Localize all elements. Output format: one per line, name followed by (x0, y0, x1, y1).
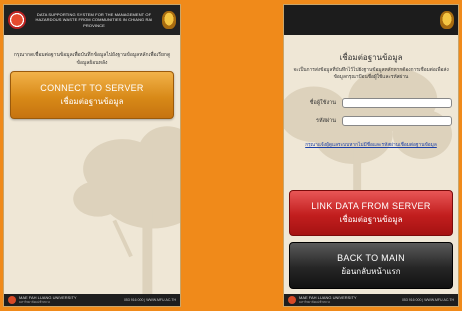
footer: MAE FAH LUANG UNIVERSITY มหาวิทยาลัยแม่ฟ… (4, 294, 180, 306)
university-logo-icon (8, 296, 16, 304)
link-data-button[interactable]: LINK DATA FROM SERVER เชื่อมต่อฐานข้อมูล (289, 190, 453, 236)
footer-university: MAE FAH LUANG UNIVERSITY มหาวิทยาลัยแม่ฟ… (19, 294, 124, 305)
password-label: รหัสผ่าน (315, 117, 336, 124)
connect-to-server-button[interactable]: CONNECT TO SERVER เชื่อมต่อฐานข้อมูล (10, 71, 174, 119)
footer-contact: 053 916 000 | WWW.MFU.AC.TH (401, 298, 454, 302)
connect-screen: DATA SUPPORTING SYSTEM FOR THE MANAGEMEN… (3, 4, 181, 307)
footer-university-sub: มหาวิทยาลัยแม่ฟ้าหลวง (19, 300, 51, 304)
university-logo-icon (288, 296, 296, 304)
university-crest-icon (440, 11, 454, 29)
app-header: DATA SUPPORTING SYSTEM FOR THE MANAGEMEN… (4, 5, 180, 35)
footer: MAE FAH LUANG UNIVERSITY มหาวิทยาลัยแม่ฟ… (284, 294, 458, 306)
footer-university-name: MAE FAH LUANG UNIVERSITY (19, 294, 77, 300)
username-row: ชื่อผู้ใช้งาน (290, 97, 452, 108)
footer-university: MAE FAH LUANG UNIVERSITY มหาวิทยาลัยแม่ฟ… (299, 294, 402, 305)
department-logo-icon (8, 11, 26, 29)
login-screen: เชื่อมต่อฐานข้อมูล จะเป็นการส่งข้อมูลที่… (283, 4, 459, 307)
footer-university-name: MAE FAH LUANG UNIVERSITY (299, 294, 357, 300)
password-row: รหัสผ่าน (290, 115, 452, 126)
footer-contact: 053 916 000 | WWW.MFU.AC.TH (123, 298, 176, 302)
app-header-title: DATA SUPPORTING SYSTEM FOR THE MANAGEMEN… (35, 11, 153, 28)
login-description: จะเป็นการส่งข้อมูลที่บันทึกไว้ไปยังฐานข้… (293, 68, 449, 80)
back-button-label-en: BACK TO MAIN (337, 253, 405, 263)
link-button-label-en: LINK DATA FROM SERVER (311, 200, 431, 211)
link-button-label-th: เชื่อมต่อฐานข้อมูล (339, 214, 403, 224)
connect-prompt: กรุณากดเชื่อมต่อฐานข้อมูลเพื่อบันทึกข้อม… (13, 52, 171, 66)
username-label: ชื่อผู้ใช้งาน (309, 99, 336, 106)
password-field[interactable] (342, 115, 452, 126)
app-header (284, 5, 458, 35)
connect-button-label-th: เชื่อมต่อฐานข้อมูล (60, 96, 124, 106)
connect-button-label-en: CONNECT TO SERVER (40, 82, 144, 93)
contact-admin-link[interactable]: กรุณาแจ้งผู้ดูแลระบบหากไม่มีชื่อและรหัสผ… (284, 143, 458, 150)
page-title: เชื่อมต่อฐานข้อมูล (339, 53, 403, 62)
footer-university-sub: มหาวิทยาลัยแม่ฟ้าหลวง (299, 300, 331, 304)
back-to-main-button[interactable]: BACK TO MAIN ย้อนกลับหน้าแรก (289, 242, 453, 289)
back-button-label-th: ย้อนกลับหน้าแรก (341, 267, 401, 276)
university-crest-icon (162, 11, 176, 29)
username-field[interactable] (342, 97, 452, 108)
